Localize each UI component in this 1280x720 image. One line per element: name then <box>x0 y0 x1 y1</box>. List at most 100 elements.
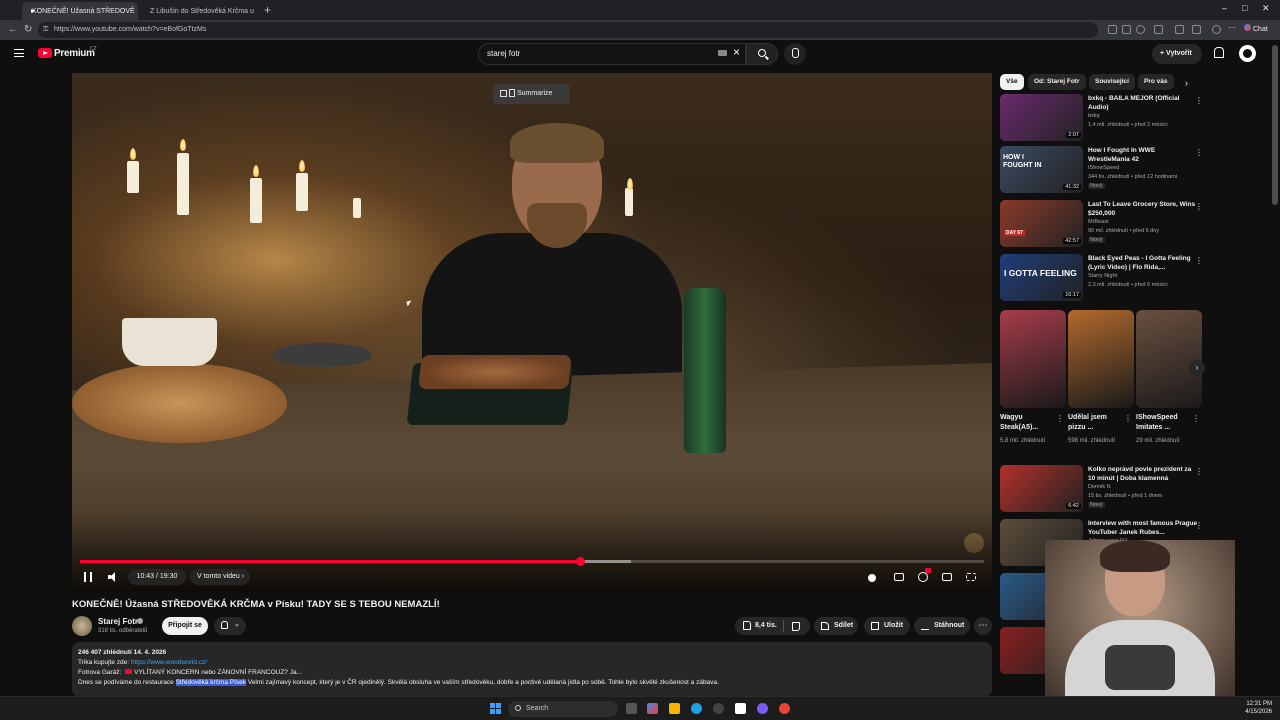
dislike-icon[interactable] <box>792 622 800 631</box>
clear-search-icon[interactable]: × <box>733 45 740 59</box>
video-player[interactable]: Summarize 10:43 / 19:30 V tomto videu › <box>72 73 992 592</box>
close-window-icon[interactable]: ✕ <box>1262 3 1270 14</box>
chip-for-you[interactable]: Pro vás <box>1138 74 1174 90</box>
volume-icon[interactable] <box>108 572 118 582</box>
chevron-right-icon[interactable]: › <box>1185 78 1188 88</box>
search-icon <box>758 49 766 57</box>
new-tab-icon[interactable]: + <box>264 3 271 17</box>
recommendation-title[interactable]: Interview with most famous Prague YouTub… <box>1088 520 1198 537</box>
channel-name[interactable]: Starej Fotr <box>98 617 138 626</box>
more-icon[interactable]: ⋮ <box>1124 414 1132 423</box>
short-title[interactable]: Udělal jsem pizzu ... <box>1068 413 1124 433</box>
address-bar[interactable]: ⚿ https://www.youtube.com/watch?v=eBofGo… <box>38 22 1098 38</box>
pause-icon[interactable] <box>84 572 92 582</box>
short-title[interactable]: Wagyu Steak(A5)... <box>1000 413 1056 433</box>
download-button[interactable]: Stáhnout <box>914 617 970 635</box>
copilot-icon[interactable] <box>647 703 658 714</box>
progress-scrubber[interactable] <box>575 557 585 566</box>
bookmark-icon[interactable] <box>1136 25 1145 34</box>
file-explorer-icon[interactable] <box>669 703 680 714</box>
more-icon[interactable]: ⋮ <box>1056 414 1064 423</box>
recommendation-channel[interactable]: Starry Night <box>1088 273 1117 279</box>
short-thumbnail[interactable] <box>1000 310 1066 408</box>
extension-icon[interactable] <box>1154 25 1163 34</box>
save-button[interactable]: Uložit <box>864 617 910 635</box>
keyboard-icon[interactable] <box>718 50 727 56</box>
taskbar-search[interactable]: Search <box>508 701 618 717</box>
chat-button[interactable]: Chat <box>1244 24 1268 33</box>
subtitles-icon[interactable] <box>894 573 904 581</box>
voice-search-icon[interactable] <box>784 43 806 65</box>
windows-start-icon[interactable] <box>490 703 501 714</box>
tab-maps[interactable]: Z Libušín do Středověká Krčma u ✕ <box>140 2 258 20</box>
more-actions-icon[interactable]: ⋯ <box>974 617 992 635</box>
youtube-logo-icon[interactable] <box>38 48 52 58</box>
scrollbar-thumb[interactable] <box>1272 45 1278 205</box>
short-title[interactable]: IShowSpeed Imitates ... <box>1136 413 1192 433</box>
chevron-right-icon[interactable]: › <box>1189 360 1205 376</box>
extension-icon[interactable] <box>1175 25 1184 34</box>
extensions-puzzle-icon[interactable] <box>1192 25 1201 34</box>
fullscreen-icon[interactable] <box>966 573 976 581</box>
more-icon[interactable]: ⋮ <box>1192 414 1200 423</box>
description-link[interactable]: https://www.woodworld.cz/ <box>131 659 207 666</box>
create-button[interactable]: + Vytvořit <box>1152 44 1202 64</box>
more-icon[interactable]: ⋮ <box>1195 148 1203 157</box>
more-icon[interactable]: ⋮ <box>1195 521 1203 530</box>
extension-icon[interactable] <box>1108 25 1117 34</box>
chapters-button[interactable]: V tomto videu › <box>190 569 250 585</box>
recommendation-title[interactable]: Kolko neprávd povie prezident za 10 minú… <box>1088 466 1198 483</box>
clock[interactable]: 12:31 PM 4/15/2026 <box>1232 700 1272 716</box>
like-count[interactable]: 8,4 tis. <box>755 617 777 635</box>
site-info-icon[interactable]: ⚿ <box>43 22 48 38</box>
more-icon[interactable]: ⋮ <box>1195 202 1203 211</box>
edge-icon[interactable] <box>691 703 702 714</box>
recommendation-title[interactable]: Black Eyed Peas - I Gotta Feeling (Lyric… <box>1088 255 1198 272</box>
subscription-bell-button[interactable]: ⌄ <box>214 617 246 635</box>
hamburger-menu-icon[interactable] <box>14 49 24 57</box>
share-button[interactable]: Sdílet <box>814 617 858 635</box>
description-video-link[interactable]: VYLÍTANÝ KONCERN nebo ZÁNOVNÍ FRANCOUZ? … <box>134 669 302 676</box>
recommendation-channel[interactable]: MrBeast <box>1088 219 1108 225</box>
notifications-bell-icon[interactable] <box>1213 47 1224 58</box>
chip-from-channel[interactable]: Od: Starej Fotr <box>1028 74 1086 90</box>
channel-avatar[interactable] <box>72 616 92 636</box>
autoplay-toggle-icon[interactable] <box>868 574 876 582</box>
notion-icon[interactable] <box>735 703 746 714</box>
search-input[interactable]: starej fotr <box>478 43 746 65</box>
account-avatar[interactable] <box>1239 45 1256 62</box>
chrome-icon[interactable] <box>779 703 790 714</box>
more-icon[interactable]: ⋮ <box>1195 96 1203 105</box>
description-box[interactable]: 246 407 zhlédnutí 14. 4. 2026 Trika kupu… <box>72 642 992 697</box>
search-button[interactable] <box>746 43 778 65</box>
miniplayer-icon[interactable] <box>942 573 952 581</box>
back-icon[interactable]: ← <box>8 24 18 35</box>
chip-related[interactable]: Související <box>1089 74 1135 90</box>
task-view-icon[interactable] <box>626 703 637 714</box>
recommendation-title[interactable]: How I Fought In WWE WrestleMania 42 <box>1088 147 1198 164</box>
chip-all[interactable]: Vše <box>1000 74 1024 90</box>
recommendation-channel[interactable]: bxkq <box>1088 113 1100 119</box>
settings-icon[interactable] <box>713 703 724 714</box>
settings-gear-icon[interactable] <box>918 572 928 582</box>
app-icon[interactable] <box>757 703 768 714</box>
progress-bar[interactable] <box>80 557 984 566</box>
recommendation-channel[interactable]: IShowSpeed <box>1088 165 1119 171</box>
translate-icon[interactable] <box>1122 25 1131 34</box>
minimize-icon[interactable]: – <box>1222 3 1227 13</box>
more-icon[interactable]: ⋮ <box>1195 256 1203 265</box>
short-thumbnail[interactable] <box>1068 310 1134 408</box>
recommendation-channel[interactable]: Dennik N <box>1088 484 1111 490</box>
recommendation-title[interactable]: Last To Leave Grocery Store, Wins $250,0… <box>1088 201 1198 218</box>
maximize-icon[interactable]: □ <box>1242 3 1247 13</box>
short-thumbnail[interactable] <box>1136 310 1202 408</box>
reload-icon[interactable]: ↻ <box>24 24 32 35</box>
recommendation-title[interactable]: bxkq - BAILA MEJOR (Official Audio) <box>1088 95 1198 112</box>
like-icon[interactable] <box>743 621 751 630</box>
tab-youtube-video[interactable]: KONEČNĚ! Úžasná STŘEDOVĚ ✕ <box>22 2 138 20</box>
menu-dots-icon[interactable]: ⋯ <box>1228 23 1237 32</box>
summarize-button[interactable]: Summarize <box>493 84 570 104</box>
join-button[interactable]: Připojit se <box>162 617 208 635</box>
more-icon[interactable]: ⋮ <box>1195 467 1203 476</box>
profile-icon[interactable] <box>1212 25 1221 34</box>
